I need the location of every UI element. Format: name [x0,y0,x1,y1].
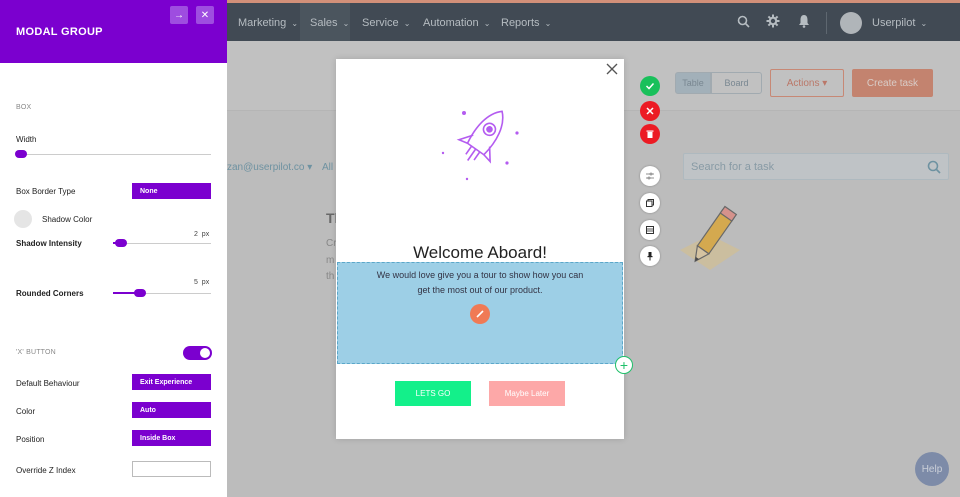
plus-icon: + [619,357,629,373]
pencil-icon [476,310,484,318]
section-label-x-button: 'X' BUTTON [16,349,56,356]
override-z-index-input[interactable] [132,461,211,477]
modal-group-editor-panel: MODAL GROUP → ✕ BOX Width Box Border Typ… [0,0,227,497]
rounded-corners-label: Rounded Corners [16,289,84,298]
shadow-intensity-slider-track[interactable] [113,243,211,244]
close-icon: ✕ [200,9,210,21]
rounded-corners-slider-thumb[interactable] [134,289,146,297]
cancel-button[interactable] [640,101,660,121]
settings-tool-button[interactable] [640,166,660,186]
delete-button[interactable] [640,124,660,144]
arrow-right-icon: → [174,9,184,21]
close-panel-button[interactable]: ✕ [196,6,214,24]
pin-tool-button[interactable] [640,246,660,266]
width-slider-thumb[interactable] [15,150,27,158]
default-behaviour-label: Default Behaviour [16,379,80,388]
edit-block-button[interactable] [470,304,490,324]
box-border-type-select[interactable]: None [132,183,211,199]
trash-icon [646,130,654,138]
position-select[interactable]: Inside Box [132,430,211,446]
layout-tool-button[interactable] [640,220,660,240]
default-behaviour-select[interactable]: Exit Experience [132,374,211,390]
maybe-later-button[interactable]: Maybe Later [489,381,565,406]
panel-header: MODAL GROUP → ✕ [0,0,227,63]
modal-body-line: get the most out of our product. [417,285,543,295]
override-z-index-label: Override Z Index [16,466,76,475]
close-icon [646,107,654,115]
sliders-icon [646,172,654,180]
panel-title: MODAL GROUP [16,26,103,38]
close-icon[interactable] [605,62,619,76]
add-block-button[interactable]: + [615,356,633,374]
modal-title: Welcome Aboard! [413,243,547,262]
modal-body-line: We would love give you a tour to show ho… [376,270,584,280]
position-label: Position [16,435,45,444]
section-label-box: BOX [16,104,32,111]
x-button-toggle[interactable] [183,346,212,360]
color-label: Color [16,407,36,416]
copy-icon [646,199,654,207]
shadow-intensity-label: Shadow Intensity [16,239,82,248]
check-icon [645,82,655,90]
collapse-panel-button[interactable]: → [170,6,188,24]
rounded-corners-slider-fill [113,292,135,294]
confirm-button[interactable] [640,76,660,96]
shadow-color-label: Shadow Color [42,215,93,224]
color-select[interactable]: Auto [132,402,211,418]
shadow-intensity-slider-thumb[interactable] [115,239,127,247]
rocket-icon [441,110,519,181]
duplicate-tool-button[interactable] [640,193,660,213]
rounded-corners-value: 5 px [194,279,210,286]
shadow-intensity-value: 2 px [194,231,210,238]
lets-go-button[interactable]: LETS GO [395,381,471,406]
shadow-color-swatch[interactable] [14,210,32,228]
toggle-knob [200,348,210,358]
width-label: Width [16,135,37,144]
pin-icon [647,252,653,261]
width-slider-track[interactable] [16,154,211,155]
grid-icon [646,226,654,234]
modal-body-text[interactable]: We would love give you a tour to show ho… [357,268,603,298]
box-border-type-label: Box Border Type [16,187,76,196]
